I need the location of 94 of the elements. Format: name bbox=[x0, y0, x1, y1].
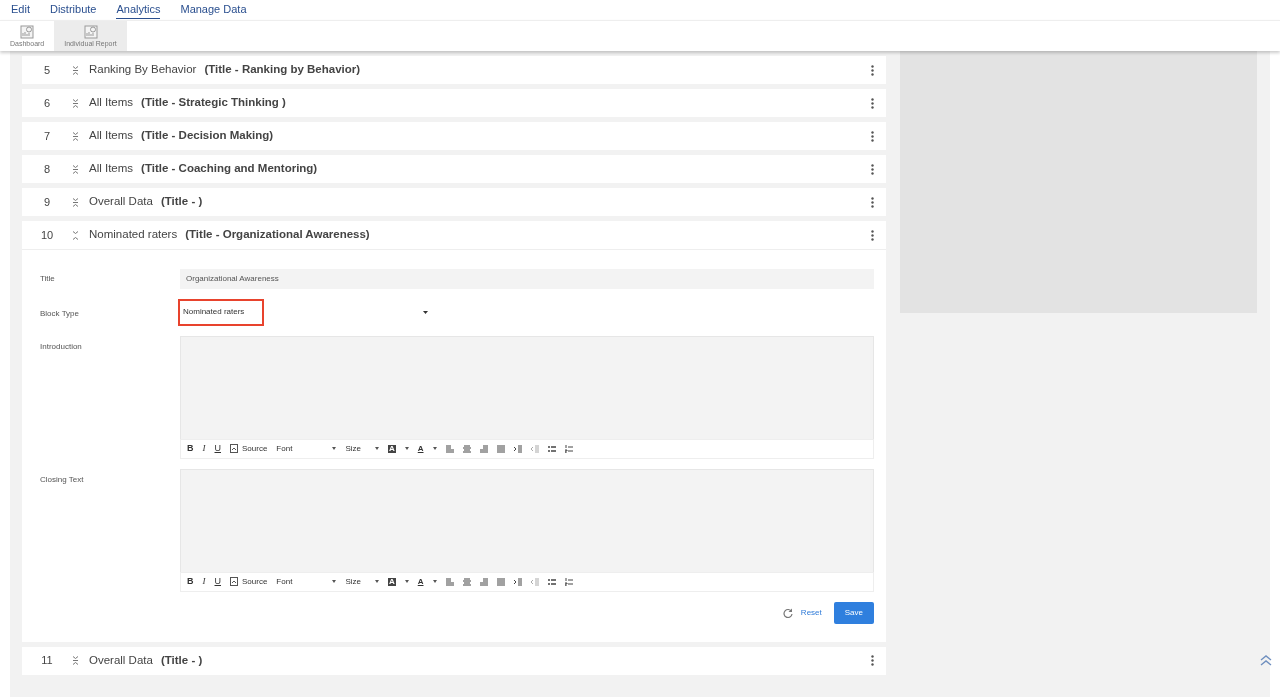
font-dropdown[interactable]: Font bbox=[276, 577, 337, 586]
title-input[interactable]: Organizational Awareness bbox=[180, 268, 874, 289]
caret-icon bbox=[432, 580, 437, 583]
menu-tab[interactable]: Analytics bbox=[116, 1, 161, 19]
expand-icon[interactable] bbox=[72, 164, 79, 174]
block-number: 10 bbox=[39, 227, 55, 243]
source-button[interactable]: Source bbox=[230, 577, 268, 586]
bold-button[interactable]: B bbox=[187, 577, 194, 586]
text-color-button[interactable]: A bbox=[417, 444, 424, 453]
caret-icon bbox=[423, 310, 428, 314]
refresh-icon bbox=[782, 607, 793, 618]
block-type: Overall Data bbox=[89, 652, 153, 668]
more-options-icon[interactable] bbox=[871, 163, 874, 175]
block-title: (Title - Organizational Awareness) bbox=[185, 227, 370, 243]
block-number: 5 bbox=[42, 62, 52, 78]
block-type: All Items bbox=[89, 128, 134, 144]
block-type: All Items bbox=[89, 95, 134, 111]
expand-icon[interactable] bbox=[72, 131, 79, 141]
indent-icon[interactable] bbox=[513, 577, 522, 586]
block-type: All Items bbox=[89, 161, 134, 177]
more-options-icon[interactable] bbox=[871, 229, 874, 241]
align-left-icon[interactable] bbox=[445, 444, 454, 453]
more-options-icon[interactable] bbox=[871, 655, 874, 666]
align-center-icon[interactable] bbox=[462, 444, 471, 453]
bullet-list-icon[interactable] bbox=[547, 577, 556, 586]
italic-button[interactable]: I bbox=[202, 444, 206, 453]
block-type: Overall Data bbox=[89, 194, 153, 210]
expand-icon[interactable] bbox=[72, 98, 79, 108]
justify-icon[interactable] bbox=[496, 444, 505, 453]
field-label: Closing Text bbox=[40, 473, 85, 486]
text-color-button[interactable]: A bbox=[417, 577, 424, 586]
caret-icon bbox=[374, 580, 379, 583]
block-title: (Title - Ranking by Behavior) bbox=[204, 62, 361, 78]
background-color-button[interactable]: A bbox=[387, 577, 396, 586]
document-icon bbox=[230, 577, 238, 586]
outdent-icon[interactable] bbox=[530, 577, 539, 586]
block-number: 9 bbox=[42, 194, 52, 210]
underline-button[interactable]: U bbox=[214, 577, 221, 586]
size-dropdown[interactable]: Size bbox=[345, 444, 379, 453]
caret-icon bbox=[374, 447, 379, 450]
justify-icon[interactable] bbox=[496, 577, 505, 586]
caret-icon bbox=[432, 447, 437, 450]
document-icon bbox=[230, 444, 238, 453]
block-number: 8 bbox=[42, 161, 52, 177]
underline-button[interactable]: U bbox=[214, 444, 221, 453]
menu-tab[interactable]: Manage Data bbox=[180, 1, 247, 19]
align-left-icon[interactable] bbox=[445, 577, 454, 586]
block-type: Nominated raters bbox=[89, 227, 178, 243]
block-number: 11 bbox=[40, 653, 54, 669]
block-number: 7 bbox=[42, 128, 52, 144]
report-icon bbox=[83, 24, 98, 39]
menu-tab[interactable]: Distribute bbox=[49, 1, 97, 19]
block-number: 6 bbox=[42, 95, 52, 111]
more-options-icon[interactable] bbox=[871, 196, 874, 208]
reset-link[interactable]: Reset bbox=[782, 606, 822, 619]
block-title: (Title - Decision Making) bbox=[141, 128, 274, 144]
field-label: Introduction bbox=[40, 340, 83, 353]
numbered-list-icon[interactable] bbox=[564, 577, 573, 586]
expand-icon[interactable] bbox=[72, 197, 79, 207]
expand-icon[interactable] bbox=[72, 65, 79, 75]
numbered-list-icon[interactable] bbox=[564, 444, 573, 453]
double-chevron-up-icon bbox=[1260, 655, 1272, 667]
source-button[interactable]: Source bbox=[230, 444, 268, 453]
more-options-icon[interactable] bbox=[871, 64, 874, 76]
menu-tab[interactable]: Edit bbox=[11, 1, 30, 19]
block-type: Ranking By Behavior bbox=[89, 62, 197, 78]
caret-icon bbox=[332, 447, 337, 450]
caret-icon bbox=[332, 580, 337, 583]
indent-icon[interactable] bbox=[513, 444, 522, 453]
block-title: (Title - ) bbox=[160, 652, 203, 668]
caret-icon bbox=[404, 447, 409, 450]
block-title: (Title - Strategic Thinking ) bbox=[141, 95, 286, 111]
align-right-icon[interactable] bbox=[479, 444, 488, 453]
field-label: Title bbox=[40, 273, 56, 285]
align-center-icon[interactable] bbox=[462, 577, 471, 586]
caret-icon bbox=[404, 580, 409, 583]
bold-button[interactable]: B bbox=[187, 444, 194, 453]
block-title: (Title - ) bbox=[160, 194, 203, 210]
expand-icon[interactable] bbox=[72, 656, 79, 665]
font-dropdown[interactable]: Font bbox=[276, 444, 337, 453]
report-icon bbox=[20, 24, 35, 39]
outdent-icon[interactable] bbox=[530, 444, 539, 453]
save-button[interactable]: Save bbox=[833, 601, 874, 624]
more-options-icon[interactable] bbox=[871, 130, 874, 142]
italic-button[interactable]: I bbox=[202, 577, 206, 586]
more-options-icon[interactable] bbox=[871, 97, 874, 109]
size-dropdown[interactable]: Size bbox=[345, 577, 379, 586]
field-label: Block Type bbox=[40, 307, 80, 320]
background-color-button[interactable]: A bbox=[387, 444, 396, 453]
block-title: (Title - Coaching and Mentoring) bbox=[141, 161, 318, 177]
bullet-list-icon[interactable] bbox=[547, 444, 556, 453]
collapse-icon[interactable] bbox=[72, 230, 79, 240]
align-right-icon[interactable] bbox=[479, 577, 488, 586]
block-type-select[interactable]: Nominated raters bbox=[180, 298, 432, 326]
